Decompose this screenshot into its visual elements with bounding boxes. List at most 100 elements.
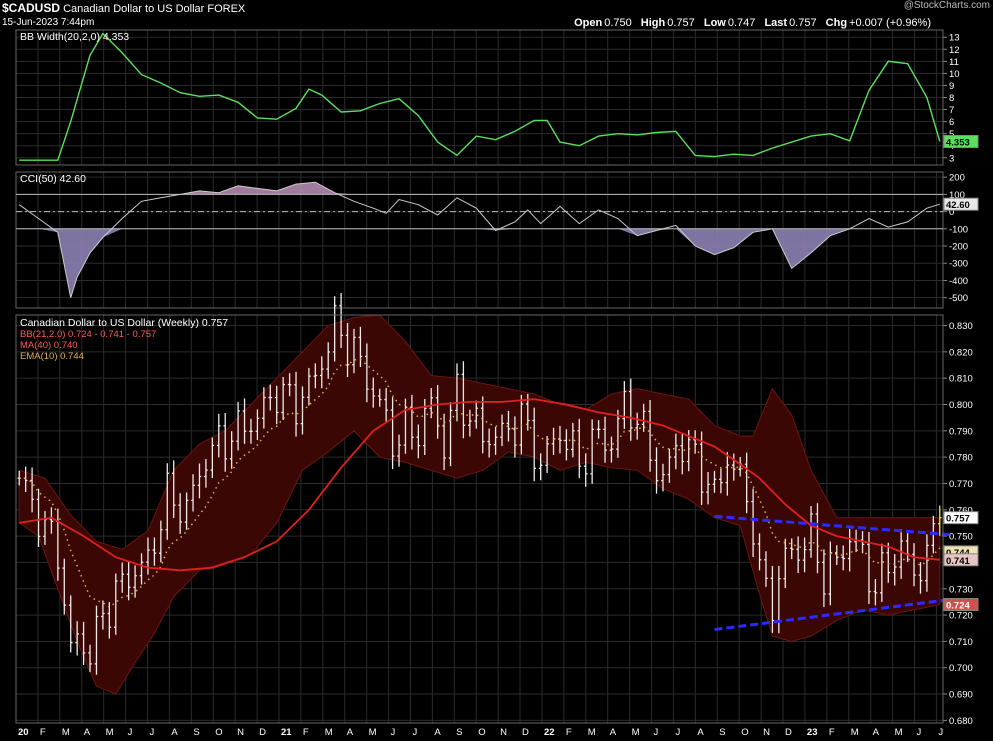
x-axis-label: J [654, 727, 659, 738]
x-axis-label: D [785, 727, 792, 738]
price-legend: Canadian Dollar to US Dollar (Weekly) 0.… [20, 317, 228, 329]
x-axis-label: J [917, 727, 922, 738]
chg-label: Chg [825, 17, 848, 29]
price-axis-tick-label: 0.780 [949, 453, 973, 464]
x-axis-label: M [851, 727, 859, 738]
x-axis-label: 21 [281, 727, 292, 738]
bbwidth-axis-tick-label: 7 [949, 105, 954, 116]
bollinger-legend: BB(21,2.0) 0.724 - 0.741 - 0.757 [20, 329, 156, 340]
price-value-label: 0.757 [946, 514, 970, 525]
x-axis-label: 20 [18, 727, 29, 738]
bbwidth-axis-tick-label: 8 [949, 93, 954, 104]
price-axis-tick-label: 0.700 [949, 663, 973, 674]
last-label: Last [764, 17, 788, 29]
price-value-label: 0.724 [946, 601, 970, 612]
chart-date: 15-Jun-2023 7:44pm [2, 17, 95, 28]
x-axis-label: S [193, 727, 199, 738]
exchange-label: FOREX [207, 3, 246, 15]
x-axis-label: A [171, 727, 178, 738]
x-axis-label: D [522, 727, 529, 738]
x-axis-label: S [456, 727, 462, 738]
price-axis-tick-label: 0.770 [949, 479, 973, 490]
last-value: 0.757 [789, 17, 817, 29]
x-axis-label: O [741, 727, 748, 738]
price-axis-tick-label: 0.790 [949, 426, 973, 437]
chart-header: $CADUSD Canadian Dollar to US Dollar FOR… [2, 1, 245, 15]
x-axis-label: M [632, 727, 640, 738]
x-axis-label: F [829, 727, 835, 738]
x-axis-label: N [237, 727, 244, 738]
cci-legend: CCI(50) 42.60 [20, 173, 86, 185]
x-axis-label: A [873, 727, 880, 738]
price-axis-tick-label: 0.690 [949, 690, 973, 701]
ema10-legend: EMA(10) 0.744 [20, 351, 84, 362]
cci-axis-tick-label: -400 [949, 276, 968, 287]
bbwidth-value-label: 4.353 [946, 137, 970, 148]
instrument-name: Canadian Dollar to US Dollar [63, 3, 205, 15]
x-axis-label: J [675, 727, 680, 738]
price-axis-tick-label: 0.820 [949, 347, 973, 358]
bbwidth-legend: BB Width(20,2,0) 4.353 [20, 31, 129, 43]
ohlc-summary: Open 0.750 High 0.757 Low 0.747 Last 0.757 C… [574, 17, 937, 29]
high-label: High [640, 17, 666, 29]
x-axis-label: 22 [544, 727, 555, 738]
bbwidth-axis-tick-label: 9 [949, 81, 954, 92]
x-axis-label: O [215, 727, 222, 738]
bbwidth-axis-tick-label: 6 [949, 117, 954, 128]
chg-value: +0.007 (+0.96%) [849, 17, 931, 29]
x-axis-label: J [149, 727, 154, 738]
bollinger-bands [18, 314, 941, 695]
price-axis-tick-label: 0.720 [949, 611, 973, 622]
x-axis-label: S [719, 727, 725, 738]
x-axis-label: F [566, 727, 572, 738]
x-axis-label: J [128, 727, 133, 738]
x-axis-label: O [478, 727, 485, 738]
price-axis-tick-label: 0.680 [949, 716, 973, 727]
open-value: 0.750 [604, 17, 632, 29]
x-axis-label: A [434, 727, 441, 738]
x-axis-label: A [697, 727, 704, 738]
bbwidth-axis-tick-label: 13 [949, 33, 960, 44]
x-axis-label: M [106, 727, 114, 738]
price-axis-tick-label: 0.810 [949, 374, 973, 385]
x-axis-label: A [610, 727, 617, 738]
price-axis-tick-label: 0.710 [949, 637, 973, 648]
cci-axis-tick-label: -100 [949, 224, 968, 235]
open-label: Open [574, 17, 603, 29]
price-axis-tick-label: 0.830 [949, 321, 973, 332]
x-axis-label: F [40, 727, 46, 738]
cci-fill-over [19, 182, 940, 195]
cci-axis-tick-label: -300 [949, 259, 968, 270]
high-value: 0.757 [667, 17, 695, 29]
x-axis-label: N [500, 727, 507, 738]
price-axis-tick-label: 0.730 [949, 584, 973, 595]
x-axis-label: N [763, 727, 770, 738]
x-axis-label: A [84, 727, 91, 738]
price-axis-tick-label: 0.750 [949, 532, 973, 543]
x-axis-label: F [303, 727, 309, 738]
cci-value-label: 42.60 [946, 200, 970, 211]
bbwidth-axis-tick-label: 12 [949, 45, 960, 56]
bbwidth-axis-tick-label: 10 [949, 69, 960, 80]
bbwidth-axis-tick-label: 3 [949, 153, 954, 164]
cci-axis-tick-label: -200 [949, 242, 968, 253]
chart-page: { "header": { "symbol": "$CADUSD", "name… [0, 0, 993, 741]
x-axis-label: M [369, 727, 377, 738]
symbol-label: $CADUSD [2, 1, 61, 15]
bbwidth-line [19, 32, 941, 161]
x-axis-label: A [347, 727, 354, 738]
bbwidth-axis-tick-label: 11 [949, 57, 959, 68]
watermark: @StockCharts.com [903, 0, 990, 11]
x-axis-label: M [62, 727, 70, 738]
price-axis-tick-label: 0.800 [949, 400, 973, 411]
cci-axis-tick-label: -500 [949, 293, 968, 304]
cci-axis-tick-label: 200 [949, 173, 965, 184]
x-axis-label: J [412, 727, 417, 738]
x-axis-label: 23 [807, 727, 818, 738]
x-axis-label: D [259, 727, 266, 738]
stock-chart: 3456789101112134.353BB Width(20,2,0) 4.3… [15, 29, 979, 738]
low-value: 0.747 [727, 17, 756, 29]
x-axis-label: J [938, 727, 943, 738]
x-axis-label: M [588, 727, 596, 738]
x-axis-label: M [325, 727, 333, 738]
